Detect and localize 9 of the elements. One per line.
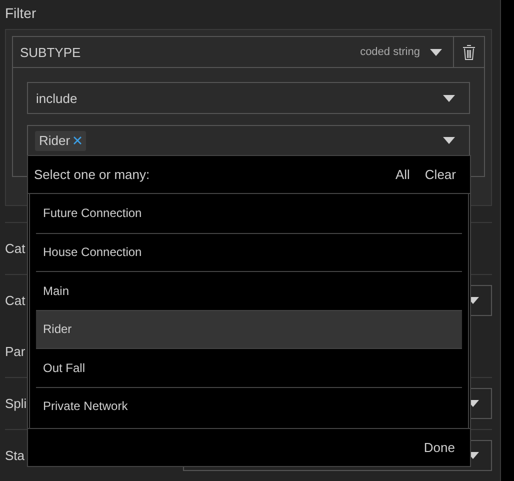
- panel-title: Filter: [5, 4, 38, 23]
- value-chip: Rider: [35, 130, 86, 151]
- field-label: Cat: [5, 240, 26, 258]
- field-name: SUBTYPE: [19, 44, 82, 62]
- select-prompt: Select one or many:: [34, 166, 151, 184]
- field-label: Par: [5, 342, 26, 361]
- field-label: Sta: [5, 446, 25, 465]
- field-label: Spli: [5, 394, 27, 413]
- field-label: Cat: [5, 292, 26, 310]
